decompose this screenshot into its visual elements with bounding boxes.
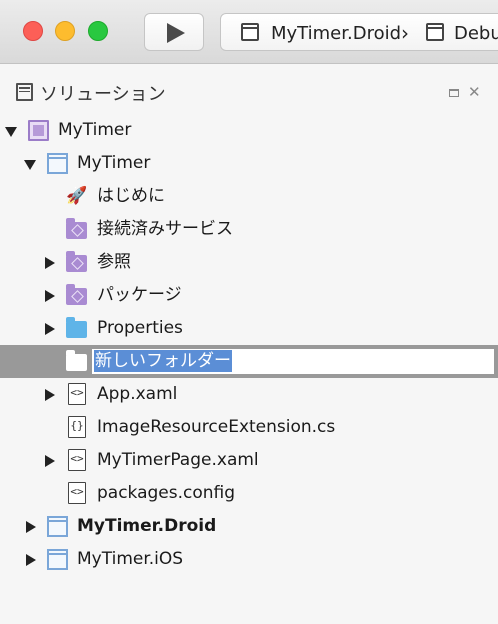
expander-open-icon[interactable] [24,160,36,170]
rocket-icon: 🚀 [66,186,88,206]
tree-label: App.xaml [97,384,178,404]
maximize-icon[interactable] [449,89,459,97]
expander-closed-icon[interactable] [45,290,55,302]
connected-services-folder-icon [66,218,87,239]
expander-closed-icon[interactable] [45,323,55,335]
tree-row-mytimer-ios[interactable]: MyTimer.iOS [0,543,498,576]
expander-open-icon[interactable] [5,127,17,137]
zoom-window-button[interactable] [88,21,108,41]
project-icon [47,153,68,174]
tree-label: 参照 [97,252,131,272]
rename-input-text: 新しいフォルダー [94,350,232,372]
new-folder-icon [66,350,87,371]
run-button[interactable] [144,13,204,51]
tree-label: ImageResourceExtension.cs [97,417,336,437]
folder-icon [66,317,87,338]
tree-label: パッケージ [97,285,182,305]
tree-label: 接続済みサービス [97,219,233,239]
close-window-button[interactable] [23,21,43,41]
tree-row-packages-config[interactable]: <> packages.config [0,477,498,510]
solution-pad-header: ソリューション ✕ [0,64,498,120]
run-configuration-selector[interactable]: MyTimer.Droid › Debu [220,13,498,51]
expander-closed-icon[interactable] [45,455,55,467]
title-bar: MyTimer.Droid › Debu [0,0,498,64]
tree-label: MyTimer [77,153,151,173]
solution-icon [28,120,49,141]
references-folder-icon [66,251,87,272]
tree-row-solution[interactable]: MyTimer [0,114,498,147]
tree-row-mytimerpage-xaml[interactable]: <> MyTimerPage.xaml [0,444,498,477]
target-window-icon [426,23,444,41]
project-window-icon [241,23,259,41]
tree-row-image-resource-extension[interactable]: {} ImageResourceExtension.cs [0,411,498,444]
tree-row-packages[interactable]: パッケージ [0,279,498,312]
solution-pad-title: ソリューション [40,84,166,105]
expander-closed-icon[interactable] [26,521,36,533]
tree-row-mytimer-droid[interactable]: MyTimer.Droid [0,510,498,543]
project-icon [47,516,68,537]
tree-row-project[interactable]: MyTimer [0,147,498,180]
config-file-icon: <> [68,482,86,504]
config-target-label: Debu [454,23,498,44]
tree-label: MyTimer [58,120,132,140]
config-project-label: MyTimer.Droid [271,23,402,44]
packages-folder-icon [66,284,87,305]
close-icon[interactable]: ✕ [468,82,481,102]
tree-row-app-xaml[interactable]: <> App.xaml [0,378,498,411]
solution-pad-icon [16,83,33,101]
project-icon [47,549,68,570]
expander-closed-icon[interactable] [45,257,55,269]
xaml-file-icon: <> [68,383,86,405]
tree-label: MyTimer.Droid [77,516,217,536]
xaml-file-icon: <> [68,449,86,471]
tree-row-connected-services[interactable]: 接続済みサービス [0,213,498,246]
tree-label: packages.config [97,483,236,503]
tree-label: MyTimer.iOS [77,549,184,569]
tree-label: はじめに [97,186,165,206]
solution-pad: ソリューション ✕ MyTimer MyTimer 🚀 はじめに 接続済みサービ… [0,64,498,624]
rename-input[interactable]: 新しいフォルダー [92,349,494,374]
cs-file-icon: {} [68,416,86,438]
tree-row-getting-started[interactable]: 🚀 はじめに [0,180,498,213]
expander-closed-icon[interactable] [45,389,55,401]
tree-row-properties[interactable]: Properties [0,312,498,345]
tree-row-references[interactable]: 参照 [0,246,498,279]
tree-row-new-folder[interactable]: 新しいフォルダー [0,345,498,378]
minimize-window-button[interactable] [55,21,75,41]
play-icon [167,23,185,43]
tree-label: MyTimerPage.xaml [97,450,259,470]
tree-label: Properties [97,318,183,338]
chevron-right-icon: › [401,21,409,45]
expander-closed-icon[interactable] [26,554,36,566]
